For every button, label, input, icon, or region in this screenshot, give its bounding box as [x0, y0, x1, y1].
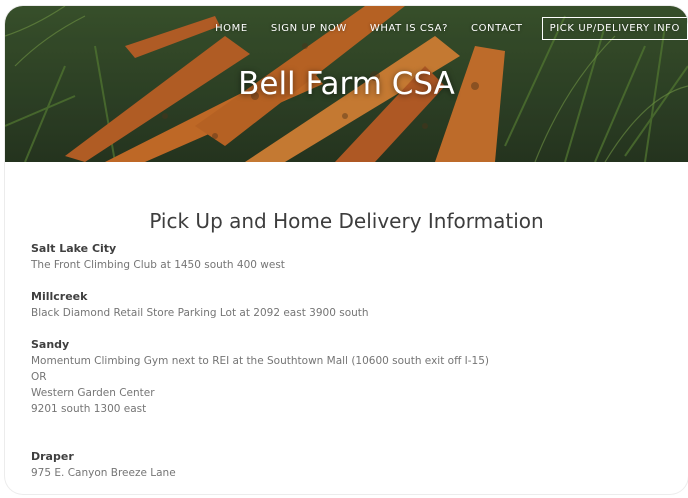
location-address: 9201 south 1300 east — [31, 403, 147, 415]
location-name: Millcreek — [31, 290, 88, 303]
location-or-text: OR — [31, 371, 47, 383]
nav-home[interactable]: HOME — [215, 23, 248, 34]
location-name: Sandy — [31, 338, 70, 351]
location-draper: Draper 975 E. Canyon Breeze Lane — [31, 449, 176, 481]
top-navigation: HOME SIGN UP NOW WHAT IS CSA? CONTACT PI… — [192, 16, 688, 40]
location-name: Salt Lake City — [31, 242, 117, 255]
page-frame: HOME SIGN UP NOW WHAT IS CSA? CONTACT PI… — [5, 6, 688, 494]
location-salt-lake-city: Salt Lake City The Front Climbing Club a… — [31, 241, 285, 273]
hero-banner: HOME SIGN UP NOW WHAT IS CSA? CONTACT PI… — [5, 6, 688, 162]
nav-pickup-delivery-info-button[interactable]: PICK UP/DELIVERY INFO — [541, 16, 688, 40]
nav-contact[interactable]: CONTACT — [471, 23, 523, 34]
location-name: Draper — [31, 450, 74, 463]
location-millcreek: Millcreek Black Diamond Retail Store Par… — [31, 289, 369, 321]
location-address: Western Garden Center — [31, 387, 155, 399]
location-address: The Front Climbing Club at 1450 south 40… — [31, 259, 285, 271]
site-title: Bell Farm CSA — [238, 66, 455, 102]
nav-what-is-csa[interactable]: WHAT IS CSA? — [370, 23, 448, 34]
location-address: 975 E. Canyon Breeze Lane — [31, 467, 176, 479]
location-address: Black Diamond Retail Store Parking Lot a… — [31, 307, 369, 319]
location-address: Momentum Climbing Gym next to REI at the… — [31, 355, 490, 367]
nav-sign-up-now[interactable]: SIGN UP NOW — [271, 23, 347, 34]
location-sandy: Sandy Momentum Climbing Gym next to REI … — [31, 337, 489, 417]
page-title: Pick Up and Home Delivery Information — [149, 209, 544, 233]
